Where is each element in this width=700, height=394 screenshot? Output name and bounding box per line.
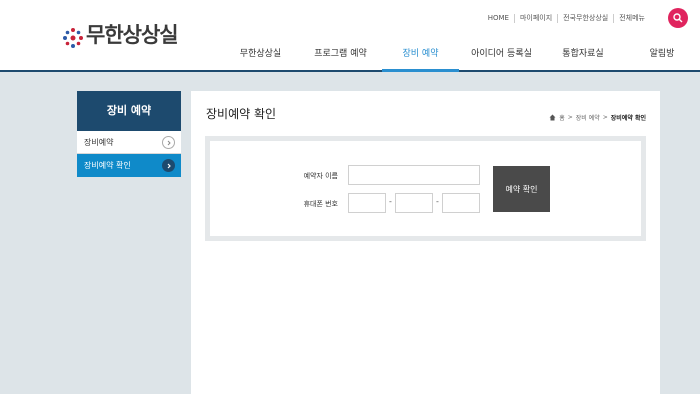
phone-separator: - [389, 197, 392, 206]
gnb-item-idea-registration[interactable]: 아이디어 등록실 [459, 44, 544, 72]
phone-label: 휴대폰 번호 [303, 200, 338, 208]
phone-part1-input[interactable] [348, 193, 386, 213]
name-label: 예약자 이름 [303, 172, 338, 180]
gnb-item-archive[interactable]: 통합자료실 [544, 44, 622, 72]
name-input[interactable] [348, 165, 480, 185]
side-nav-item-reservation-check[interactable]: 장비예약 확인 [77, 154, 181, 177]
gnb-item-equipment-reservation[interactable]: 장비 예약 [382, 44, 459, 72]
side-nav-title: 장비 예약 [77, 91, 181, 131]
side-nav-item-label: 장비예약 확인 [84, 161, 131, 170]
breadcrumb: 홈 > 장비 예약 > 장비예약 확인 [549, 113, 646, 122]
side-nav-item-reservation[interactable]: 장비예약 [77, 131, 181, 154]
breadcrumb-home[interactable]: 홈 [559, 113, 565, 122]
side-nav-item-label: 장비예약 [84, 138, 114, 147]
search-icon [673, 13, 683, 23]
logo-text: 무한상상실 [86, 23, 179, 47]
confirm-reservation-button[interactable]: 예약 확인 [493, 166, 550, 212]
util-national-link[interactable]: 전국무한상상실 [557, 14, 613, 23]
main-content: 장비예약 확인 홈 > 장비 예약 > 장비예약 확인 예약자 이름 휴대폰 번… [191, 91, 660, 394]
chevron-right-icon [162, 136, 175, 149]
breadcrumb-separator-icon: > [602, 114, 608, 121]
util-home-link[interactable]: HOME [483, 14, 514, 23]
phone-part3-input[interactable] [442, 193, 480, 213]
chevron-right-icon [162, 159, 175, 172]
home-icon [549, 114, 556, 121]
gnb-item-program-reservation[interactable]: 프로그램 예약 [299, 44, 382, 72]
breadcrumb-section[interactable]: 장비 예약 [576, 113, 600, 122]
side-nav: 장비 예약 장비예약 장비예약 확인 [77, 91, 181, 177]
phone-part2-input[interactable] [395, 193, 433, 213]
site-logo[interactable]: 무한상상실 [60, 17, 179, 57]
gnb-item-infinite-lab[interactable]: 무한상상실 [222, 44, 299, 72]
reservation-check-form: 예약자 이름 휴대폰 번호 - - 예약 확인 [205, 136, 646, 241]
phone-separator: - [436, 197, 439, 206]
search-button[interactable] [668, 8, 688, 28]
form-panel: 예약자 이름 휴대폰 번호 - - 예약 확인 [210, 141, 641, 236]
utility-nav: HOME 마이페이지 전국무한상상실 전체메뉴 [483, 14, 650, 23]
gnb-item-notice[interactable]: 알림방 [622, 44, 700, 72]
logo-emblem-icon [63, 28, 83, 48]
breadcrumb-separator-icon: > [567, 114, 573, 121]
page-title: 장비예약 확인 [206, 107, 277, 121]
main-nav: 무한상상실 프로그램 예약 장비 예약 아이디어 등록실 통합자료실 알림방 [222, 44, 700, 72]
util-allmenu-link[interactable]: 전체메뉴 [613, 14, 650, 23]
site-header: 무한상상실 HOME 마이페이지 전국무한상상실 전체메뉴 무한상상실 프로그램… [0, 0, 700, 72]
breadcrumb-current: 장비예약 확인 [610, 115, 646, 122]
util-mypage-link[interactable]: 마이페이지 [513, 14, 557, 23]
